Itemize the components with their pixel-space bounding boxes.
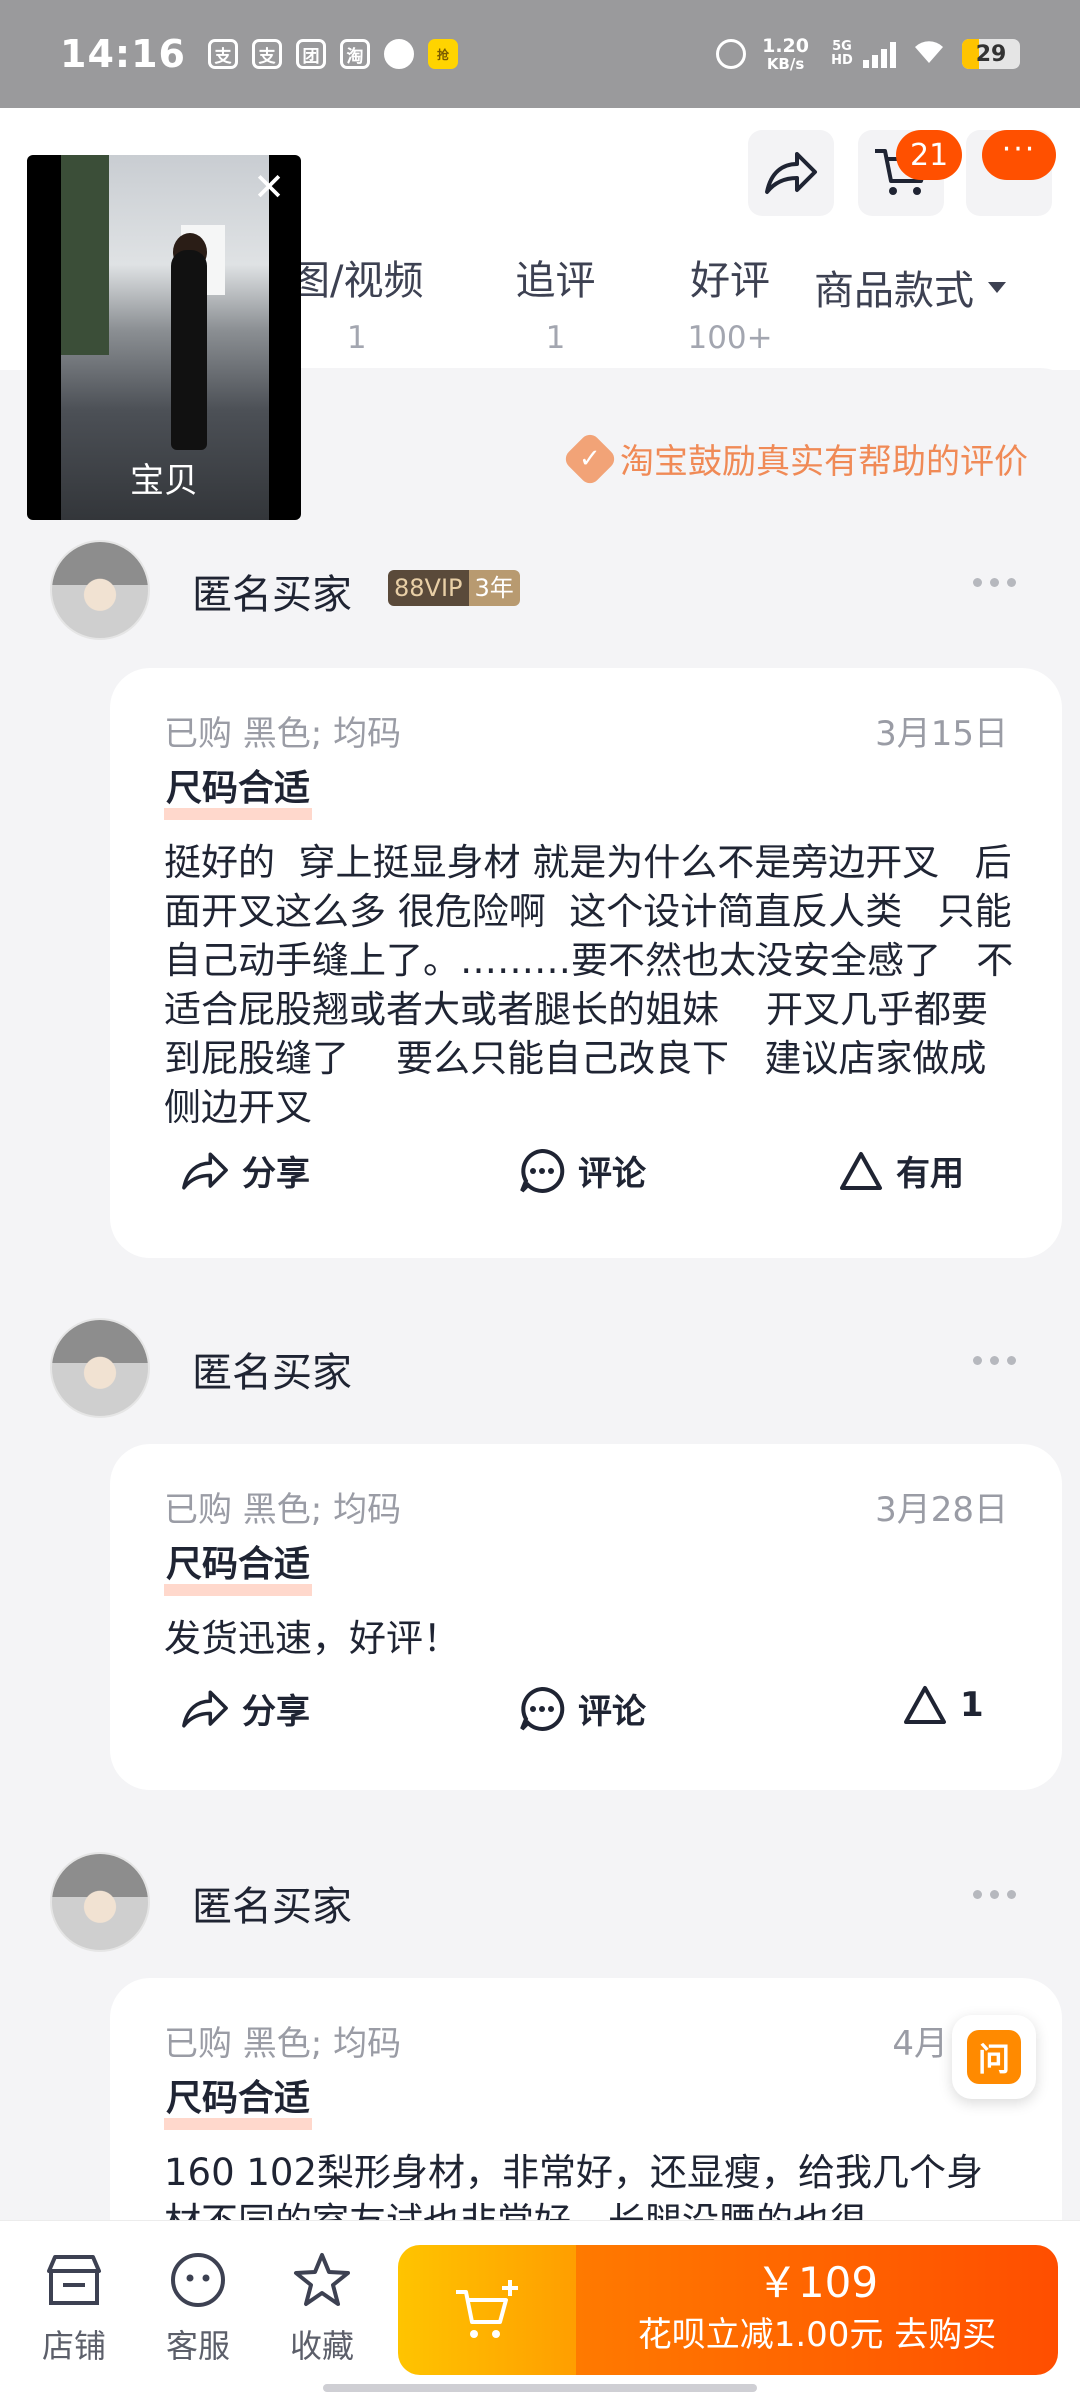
triangle-icon xyxy=(904,1686,946,1724)
buy-now-button[interactable]: ￥109 花呗立减1.00元 去购买 xyxy=(576,2245,1058,2375)
share-icon xyxy=(765,152,817,194)
review-text[interactable]: 挺好的 穿上挺显身材 就是为什么不是旁边开叉 后面开叉这么多 很危险啊 这个设计… xyxy=(164,838,1014,1132)
red-packet-icon: 抢 xyxy=(427,39,458,69)
review-actions: 分享 评论 有用 xyxy=(110,1146,1062,1216)
promo-text: 花呗立减1.00元 去购买 xyxy=(637,2315,997,2355)
size-fit-tag: 尺码合适 xyxy=(164,1546,313,1596)
alarm-icon xyxy=(716,39,747,69)
avatar[interactable] xyxy=(50,1852,150,1952)
caret-down-icon xyxy=(988,281,1006,293)
reviewer-name: 匿名买家 xyxy=(192,1884,352,1930)
share-button[interactable] xyxy=(748,130,834,216)
purchase-info: 已购 黑色; 均码 xyxy=(164,714,402,754)
add-cart-icon xyxy=(456,2280,518,2338)
share-action-button[interactable]: 分享 xyxy=(180,1684,310,1733)
comment-icon xyxy=(520,1686,565,1731)
battery-icon: 29 xyxy=(962,39,1020,69)
share-icon xyxy=(182,1690,228,1727)
review-text[interactable]: 发货迅速，好评！ xyxy=(164,1614,1014,1663)
purchase-button-group: ￥109 花呗立减1.00元 去购买 xyxy=(398,2245,1058,2375)
alipay-icon: 支 xyxy=(207,39,238,69)
shop-button[interactable]: 店铺 xyxy=(26,2251,122,2367)
more-menu-badge[interactable]: ··· xyxy=(982,130,1056,180)
floating-video-player[interactable]: ✕ 宝贝 xyxy=(27,155,301,520)
review-filter-tabs: 图/视频 1 追评 1 好评 100+ xyxy=(290,248,865,356)
comment-action-button[interactable]: 评论 xyxy=(518,1684,646,1733)
wifi-icon xyxy=(912,37,946,72)
verified-badge-icon: ✓ xyxy=(561,430,619,487)
home-indicator[interactable] xyxy=(323,2384,757,2392)
question-icon: 问 xyxy=(967,2030,1021,2084)
taobao-icon: 淘 xyxy=(339,39,370,69)
video-caption: 宝贝 xyxy=(130,461,198,501)
reviewer-row: 匿名买家 xyxy=(0,1318,1080,1418)
customer-service-icon xyxy=(171,2253,225,2307)
meituan-icon: 团 xyxy=(295,39,326,69)
status-time: 14:16 xyxy=(60,32,186,76)
size-fit-tag: 尺码合适 xyxy=(164,770,313,820)
star-icon xyxy=(294,2253,350,2306)
more-options-icon[interactable] xyxy=(973,1890,1016,1899)
tab-followup-review[interactable]: 追评 1 xyxy=(515,248,595,356)
size-fit-tag: 尺码合适 xyxy=(164,2080,313,2130)
shop-icon xyxy=(47,2255,101,2305)
review-actions: 分享 评论 1 xyxy=(110,1684,1062,1754)
tab-positive-review[interactable]: 好评 100+ xyxy=(687,248,772,356)
share-icon xyxy=(182,1152,228,1189)
favorite-button[interactable]: 收藏 xyxy=(274,2251,370,2367)
reviewer-name: 匿名买家 xyxy=(192,1350,352,1396)
add-to-cart-button[interactable] xyxy=(398,2245,576,2375)
more-options-icon[interactable] xyxy=(973,578,1016,587)
review-date: 3月15日 xyxy=(875,714,1008,754)
reviewer-name: 匿名买家 xyxy=(192,572,352,618)
cart-count-badge: 21 xyxy=(896,130,963,180)
more-options-icon[interactable] xyxy=(973,1356,1016,1365)
comment-action-button[interactable]: 评论 xyxy=(518,1146,646,1195)
vip-badge: 88VIP 3年 xyxy=(388,570,520,606)
useful-action-button[interactable]: 1 xyxy=(902,1684,984,1726)
useful-action-button[interactable]: 有用 xyxy=(838,1146,964,1195)
style-filter-dropdown[interactable]: 商品款式 xyxy=(790,258,1006,316)
review-date: 3月28日 xyxy=(875,1490,1008,1530)
alipay-icon: 支 xyxy=(251,39,282,69)
price: ￥109 xyxy=(755,2258,879,2307)
purchase-info: 已购 黑色; 均码 xyxy=(164,1490,402,1530)
chat-icon xyxy=(383,39,414,69)
triangle-icon xyxy=(840,1151,882,1190)
network-speed: 1.20 KB/s xyxy=(762,35,809,73)
comment-icon xyxy=(520,1148,565,1193)
reviewer-row: 匿名买家 88VIP 3年 xyxy=(0,540,1080,640)
ask-question-button[interactable]: 问 xyxy=(952,2015,1036,2099)
review-card: 已购 黑色; 均码 3月28日 尺码合适 发货迅速，好评！ 分享 评论 1 xyxy=(110,1444,1062,1790)
bottom-action-bar: 店铺 客服 收藏 ￥109 花呗立减1.00元 去购买 xyxy=(0,2220,1080,2400)
close-icon[interactable]: ✕ xyxy=(247,165,291,209)
tab-photo-video[interactable]: 图/视频 1 xyxy=(290,248,423,356)
reviewer-row: 匿名买家 xyxy=(0,1852,1080,1952)
status-bar: 14:16 支 支 团 淘 抢 1.20 KB/s 5G HD 29 xyxy=(0,0,1080,108)
share-action-button[interactable]: 分享 xyxy=(180,1146,310,1195)
status-indicators: 1.20 KB/s 5G HD 29 xyxy=(716,36,1020,72)
customer-service-button[interactable]: 客服 xyxy=(150,2251,246,2367)
purchase-info: 已购 黑色; 均码 xyxy=(164,2024,402,2064)
status-app-icons: 支 支 团 淘 抢 xyxy=(207,39,458,69)
cellular-signal-icon: 5G HD xyxy=(825,40,896,68)
review-card: 已购 黑色; 均码 3月15日 尺码合适 挺好的 穿上挺显身材 就是为什么不是旁… xyxy=(110,668,1062,1258)
avatar[interactable] xyxy=(50,1318,150,1418)
review-date: 4月 xyxy=(892,2024,948,2064)
avatar[interactable] xyxy=(50,540,150,640)
